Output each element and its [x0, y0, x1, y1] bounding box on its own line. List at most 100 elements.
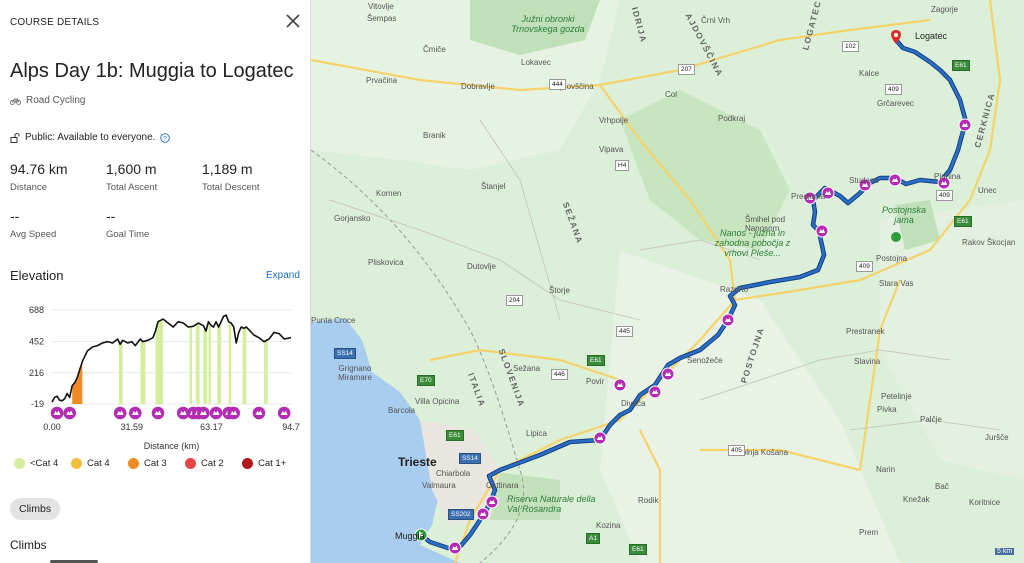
legend-item: Cat 1+ [242, 458, 299, 469]
map-label: Bač [935, 482, 949, 491]
expand-link[interactable]: Expand [266, 270, 300, 281]
map-label: Vrhpolje [599, 116, 629, 125]
legend-item: <Cat 4 [14, 458, 71, 469]
help-icon[interactable]: ? [160, 132, 171, 143]
unlock-icon [10, 132, 20, 143]
map-label: Knežak [903, 495, 930, 504]
map-label: Čmiče [423, 45, 446, 54]
close-icon[interactable] [284, 12, 302, 30]
map-label: Dutovlje [467, 262, 496, 271]
legend-label: Cat 2 [201, 458, 224, 469]
park-label: Postojnska jama [881, 205, 927, 225]
road-shield: E61 [446, 430, 464, 441]
legend-swatch [14, 458, 25, 469]
road-shield: H4 [615, 160, 630, 171]
climb-band [189, 326, 193, 404]
map-label: Gorjansko [334, 214, 371, 223]
visibility-row: Public: Available to everyone. ? [10, 132, 171, 143]
map-label: Vitovlje [368, 2, 394, 11]
map-label: Villa Opicina [415, 397, 460, 406]
x-axis-label: Distance (km) [144, 441, 200, 451]
stat-total-ascent: 1,600 m Total Ascent [106, 161, 157, 193]
road-shield: 204 [506, 295, 523, 306]
road-shield: E61 [629, 544, 647, 555]
climb-band [140, 338, 146, 404]
stat-value: 1,189 m [202, 161, 253, 177]
climb-band [242, 327, 247, 404]
y-tick-label: 688 [29, 305, 44, 315]
map-label: Prvačina [366, 76, 398, 85]
map-label: Vipava [599, 145, 624, 154]
map-label: Grčarevec [877, 99, 914, 108]
map-label: Cattinara [486, 481, 519, 490]
x-tick-label: 94.7 [282, 422, 300, 432]
map-label: Štorje [549, 286, 570, 295]
x-tick-label: 31.59 [120, 422, 143, 432]
road-shield: 102 [842, 41, 859, 52]
stat-label: Total Descent [202, 182, 260, 193]
map-label: Predjama [791, 192, 826, 201]
road-shield: 207 [678, 64, 695, 75]
map-label: Pliskovica [368, 258, 404, 267]
map-label: Punta Croce [311, 316, 356, 325]
map-label: Barcola [388, 406, 416, 415]
road-shield: 445 [616, 326, 633, 337]
map-label: Pivka [877, 405, 897, 414]
sport-label: Road Cycling [26, 95, 86, 106]
city-label: Muggia [395, 531, 425, 541]
legend-label: <Cat 4 [30, 458, 59, 469]
map-label: Slavina [854, 357, 881, 366]
map-label: Kozina [596, 521, 621, 530]
legend-item: Cat 2 [185, 458, 242, 469]
road-shield: 409 [885, 84, 902, 95]
map-label: Komen [376, 189, 402, 198]
climbs-heading: Climbs [10, 538, 47, 552]
sport-type: Road Cycling [10, 95, 85, 106]
legend-label: Cat 1+ [258, 458, 287, 469]
map-label: Lokavec [521, 58, 551, 67]
stat-total-descent: 1,189 m Total Descent [202, 161, 260, 193]
climb-band [208, 321, 211, 404]
map-canvas[interactable] [311, 0, 1024, 563]
map-label: Juršče [985, 433, 1009, 442]
y-tick-label: 216 [29, 368, 44, 378]
map-label: Rodik [638, 496, 659, 505]
road-shield: 409 [936, 190, 953, 201]
climb-band [118, 340, 123, 404]
map-label: Planina [934, 172, 961, 181]
stat-goal-time: -- Goal Time [106, 208, 149, 240]
road-shield: SS14 [459, 453, 481, 464]
map-label: Sežana [513, 364, 541, 373]
legend-item: Cat 4 [71, 458, 128, 469]
climbs-chip[interactable]: Climbs [10, 498, 61, 520]
map-label: Prem [859, 528, 879, 537]
elevation-profile-line [51, 314, 292, 403]
road-shield: 409 [856, 261, 873, 272]
stat-avg-speed: -- Avg Speed [10, 208, 56, 240]
course-title: Alps Day 1b: Muggia to Logatec [10, 60, 294, 82]
park-label: Južni obronki Trnovskega gozda [511, 14, 585, 34]
map-label: Palčje [920, 415, 942, 424]
legend-label: Cat 3 [144, 458, 167, 469]
panel-header: COURSE DETAILS [10, 17, 100, 28]
map-label: Šempas [367, 14, 397, 23]
road-shield: 444 [549, 79, 566, 90]
stat-value: -- [10, 208, 20, 224]
road-shield: E61 [587, 355, 605, 366]
legend-swatch [242, 458, 253, 469]
route-map[interactable]: Vitovlje Šempas Čmiče Prvačina Dobravlje… [311, 0, 1024, 563]
map-label: Grignano Miramare [338, 364, 372, 382]
y-tick-label: -19 [31, 399, 44, 409]
stat-distance: 94.76 km Distance [10, 161, 68, 193]
map-label: Lipica [526, 429, 547, 438]
road-shield: 405 [728, 445, 745, 456]
map-label: Razdrto [720, 285, 749, 294]
road-shield: A1 [586, 533, 600, 544]
stat-value: 1,600 m [106, 161, 157, 177]
map-label: Col [665, 90, 678, 99]
map-label: Kalce [859, 69, 880, 78]
map-label: Podkraj [718, 114, 746, 123]
park-label: Riserva Naturale della Val Rosandra [507, 494, 596, 514]
climb-band [217, 321, 222, 404]
legend-swatch [128, 458, 139, 469]
